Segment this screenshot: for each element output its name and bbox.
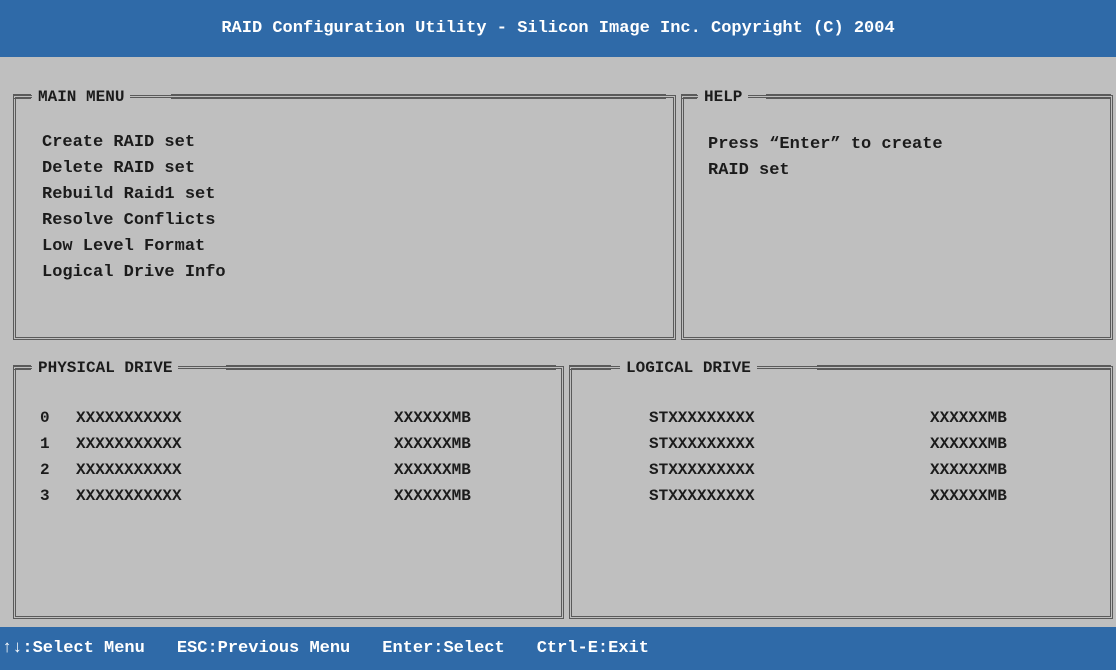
logical-drive-name: STXXXXXXXXX — [649, 461, 755, 479]
drive-model: XXXXXXXXXXX — [76, 461, 182, 479]
footer-key: Ctrl-E — [536, 639, 598, 658]
menu-item-label: Create RAID set — [42, 133, 196, 152]
physical-drive-row[interactable]: 1 XXXXXXXXXXX XXXXXXMB — [40, 431, 550, 457]
drive-index: 3 — [40, 487, 50, 505]
physical-drive-row[interactable]: 0 XXXXXXXXXXX XXXXXXMB — [40, 405, 550, 431]
main-menu-heading-rule-left — [13, 94, 31, 99]
logical-drive-row[interactable]: STXXXXXXXXX XXXXXXMB — [649, 405, 1099, 431]
logical-drive-size: XXXXXXMB — [930, 435, 1007, 453]
physical-drive-row[interactable]: 2 XXXXXXXXXXX XXXXXXMB — [40, 457, 550, 483]
help-line: RAID set — [708, 161, 790, 180]
main-menu-heading: MAIN MENU — [38, 88, 125, 106]
help-heading-rule-left — [681, 94, 697, 99]
main-menu-list: Create RAID set Delete RAID set Rebuild … — [42, 130, 226, 286]
footer-hint-text: :Previous Menu — [207, 639, 351, 658]
footer-hint-text: :Exit — [597, 639, 649, 658]
drive-index: 0 — [40, 409, 50, 427]
drive-size: XXXXXXMB — [394, 487, 471, 505]
drive-index: 1 — [40, 435, 50, 453]
main-menu-heading-box: MAIN MENU — [32, 87, 131, 107]
menu-item-rebuild-raid1-set[interactable]: Rebuild Raid1 set — [42, 182, 226, 208]
drive-model: XXXXXXXXXXX — [76, 409, 182, 427]
footer-keybar: ↑↓:Select Menu ESC:Previous Menu Enter:S… — [0, 627, 1116, 670]
logical-drive-name: STXXXXXXXXX — [649, 487, 755, 505]
menu-item-low-level-format[interactable]: Low Level Format — [42, 234, 226, 260]
footer-previous-menu-hint: ESC:Previous Menu — [177, 639, 350, 658]
footer-key: Enter — [382, 639, 434, 658]
main-menu-heading-rule — [171, 94, 666, 99]
physical-drive-row[interactable]: 3 XXXXXXXXXXX XXXXXXMB — [40, 483, 550, 509]
logical-drive-name: STXXXXXXXXX — [649, 435, 755, 453]
logical-drive-size: XXXXXXMB — [930, 461, 1007, 479]
physical-drive-heading-rule — [226, 365, 556, 370]
menu-item-logical-drive-info[interactable]: Logical Drive Info — [42, 260, 226, 286]
drive-size: XXXXXXMB — [394, 461, 471, 479]
footer-select-hint: Enter:Select — [382, 639, 504, 658]
drive-model: XXXXXXXXXXX — [76, 435, 182, 453]
drive-model: XXXXXXXXXXX — [76, 487, 182, 505]
footer-exit-hint: Ctrl-E:Exit — [537, 639, 649, 658]
logical-drive-row[interactable]: STXXXXXXXXX XXXXXXMB — [649, 457, 1099, 483]
physical-drive-heading-rule-left — [13, 365, 31, 370]
help-heading: HELP — [704, 88, 743, 106]
help-line: Press “Enter” to create — [708, 135, 943, 154]
logical-drive-row[interactable]: STXXXXXXXXX XXXXXXMB — [649, 483, 1099, 509]
menu-item-create-raid-set[interactable]: Create RAID set — [42, 130, 226, 156]
physical-drive-heading-box: PHYSICAL DRIVE — [32, 358, 179, 378]
physical-drive-heading: PHYSICAL DRIVE — [38, 359, 173, 377]
footer-key: ESC — [176, 639, 208, 658]
menu-item-label: Resolve Conflicts — [42, 211, 216, 230]
drive-size: XXXXXXMB — [394, 409, 471, 427]
menu-item-label: Delete RAID set — [42, 159, 196, 178]
logical-drive-panel: LOGICAL DRIVE STXXXXXXXXX XXXXXXMB STXXX… — [569, 358, 1113, 619]
logical-drive-row[interactable]: STXXXXXXXXX XXXXXXMB — [649, 431, 1099, 457]
menu-item-label: Low Level Format — [42, 237, 206, 256]
menu-item-label: Logical Drive Info — [42, 263, 226, 282]
help-text: Press “Enter” to create RAID set — [708, 132, 943, 184]
menu-item-delete-raid-set[interactable]: Delete RAID set — [42, 156, 226, 182]
physical-drive-panel: PHYSICAL DRIVE 0 XXXXXXXXXXX XXXXXXMB 1 … — [13, 358, 564, 619]
logical-drive-heading-rule-left — [569, 365, 611, 370]
logical-drive-heading-rule — [817, 365, 1111, 370]
logical-drive-size: XXXXXXMB — [930, 409, 1007, 427]
help-heading-box: HELP — [698, 87, 749, 107]
footer-select-menu-hint: ↑↓:Select Menu — [2, 639, 145, 658]
logical-drive-heading: LOGICAL DRIVE — [626, 359, 751, 377]
drive-size: XXXXXXMB — [394, 435, 471, 453]
title-bar: RAID Configuration Utility - Silicon Ima… — [0, 0, 1116, 57]
menu-item-label: Rebuild Raid1 set — [42, 185, 216, 204]
help-heading-rule — [766, 94, 1111, 99]
main-menu-panel: MAIN MENU Create RAID set Delete RAID se… — [13, 87, 676, 340]
logical-drive-size: XXXXXXMB — [930, 487, 1007, 505]
menu-item-resolve-conflicts[interactable]: Resolve Conflicts — [42, 208, 226, 234]
help-panel: HELP Press “Enter” to create RAID set — [681, 87, 1113, 340]
app-title: RAID Configuration Utility - Silicon Ima… — [221, 19, 895, 38]
footer-hint-text: :Select Menu — [22, 639, 145, 658]
logical-drive-heading-box: LOGICAL DRIVE — [620, 358, 757, 378]
arrow-keys-icon: ↑↓ — [2, 639, 23, 658]
drive-index: 2 — [40, 461, 50, 479]
logical-drive-name: STXXXXXXXXX — [649, 409, 755, 427]
footer-hint-text: :Select — [433, 639, 505, 658]
